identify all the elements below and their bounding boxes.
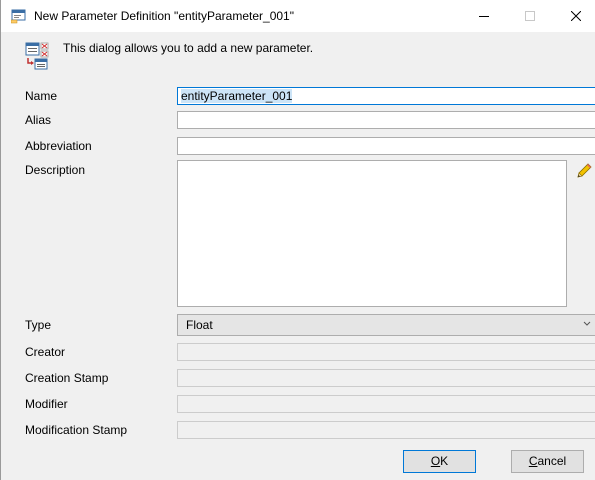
cancel-label-rest: ancel: [537, 454, 567, 468]
dialog-window-icon: [11, 9, 26, 24]
creator-field: [177, 343, 595, 361]
name-value: entityParameter_001: [181, 89, 293, 103]
description-label: Description: [25, 163, 86, 177]
close-icon: [571, 11, 581, 21]
name-label: Name: [25, 89, 58, 103]
modification-stamp-field: [177, 421, 595, 439]
chevron-down-icon: [583, 321, 591, 326]
ok-button[interactable]: OK: [403, 450, 476, 473]
alias-field[interactable]: [177, 111, 595, 129]
description-textarea[interactable]: [177, 160, 567, 307]
maximize-icon: [525, 11, 535, 21]
type-label: Type: [25, 318, 52, 332]
add-parameter-icon: [25, 42, 49, 70]
minimize-icon: [479, 16, 489, 17]
modification-stamp-label: Modification Stamp: [25, 423, 128, 437]
creator-label: Creator: [25, 345, 66, 359]
pencil-icon[interactable]: [575, 162, 593, 180]
ok-accelerator: O: [430, 454, 441, 468]
window-title: New Parameter Definition "entityParamete…: [34, 9, 294, 23]
modifier-field: [177, 395, 595, 413]
creation-stamp-field: [177, 369, 595, 387]
ok-label-rest: K: [440, 454, 449, 468]
info-text: This dialog allows you to add a new para…: [63, 41, 314, 55]
dialog-window: New Parameter Definition "entityParamete…: [0, 0, 595, 480]
cancel-button[interactable]: Cancel: [511, 450, 584, 473]
type-value: Float: [186, 318, 213, 332]
close-button[interactable]: [553, 0, 595, 32]
modifier-label: Modifier: [25, 397, 68, 411]
name-field[interactable]: entityParameter_001: [177, 87, 595, 105]
type-select[interactable]: Float: [177, 314, 595, 336]
creation-stamp-label: Creation Stamp: [25, 371, 109, 385]
minimize-button[interactable]: [461, 0, 507, 32]
abbreviation-field[interactable]: [177, 137, 595, 155]
title-bar[interactable]: New Parameter Definition "entityParamete…: [1, 0, 595, 32]
alias-label: Alias: [25, 113, 52, 127]
abbreviation-label: Abbreviation: [25, 139, 92, 153]
maximize-button[interactable]: [507, 0, 553, 32]
